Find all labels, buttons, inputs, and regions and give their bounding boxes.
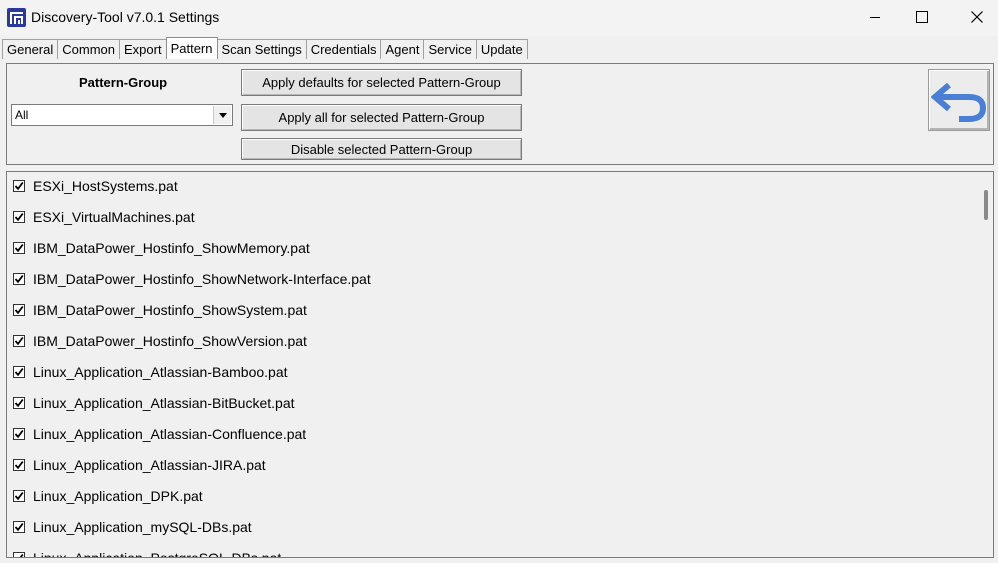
close-icon xyxy=(971,11,983,23)
apply-all-button[interactable]: Apply all for selected Pattern-Group xyxy=(241,104,522,131)
checkmark-icon xyxy=(14,460,24,470)
close-button[interactable] xyxy=(954,0,998,34)
checkbox[interactable] xyxy=(13,459,25,471)
list-item[interactable]: IBM_DataPower_Hostinfo_ShowVersion.pat xyxy=(13,331,307,351)
window-title: Discovery-Tool v7.0.1 Settings xyxy=(31,9,220,25)
scrollbar-thumb[interactable] xyxy=(984,190,988,220)
list-item[interactable]: IBM_DataPower_Hostinfo_ShowMemory.pat xyxy=(13,238,310,258)
checkmark-icon xyxy=(14,491,24,501)
tab-update[interactable]: Update xyxy=(475,39,528,59)
checkbox[interactable] xyxy=(13,304,25,316)
list-item[interactable]: IBM_DataPower_Hostinfo_ShowNetwork-Inter… xyxy=(13,269,371,289)
checkmark-icon xyxy=(14,367,24,377)
checkmark-icon xyxy=(14,243,24,253)
tab-general[interactable]: General xyxy=(2,39,59,59)
pattern-name: IBM_DataPower_Hostinfo_ShowMemory.pat xyxy=(33,240,310,256)
list-item[interactable]: ESXi_VirtualMachines.pat xyxy=(13,207,195,227)
pattern-group-label: Pattern-Group xyxy=(79,75,168,90)
pattern-name: ESXi_HostSystems.pat xyxy=(33,178,178,194)
minimize-button[interactable] xyxy=(852,0,898,34)
list-item[interactable]: Linux_Application_DPK.pat xyxy=(13,486,203,506)
pattern-name: Linux_Application_Atlassian-Confluence.p… xyxy=(33,426,307,442)
pattern-name: Linux_Application_Atlassian-BitBucket.pa… xyxy=(33,395,295,411)
pattern-name: Linux_Application_PostgreSQL-DBs.pat xyxy=(33,550,282,558)
tab-pattern[interactable]: Pattern xyxy=(165,37,218,59)
pattern-list: ESXi_HostSystems.pat ESXi_VirtualMachine… xyxy=(6,171,994,558)
pattern-group-panel: Pattern-Group All Apply defaults for sel… xyxy=(6,63,994,165)
checkmark-icon xyxy=(14,522,24,532)
list-item[interactable]: IBM_DataPower_Hostinfo_ShowSystem.pat xyxy=(13,300,307,320)
list-item[interactable]: Linux_Application_PostgreSQL-DBs.pat xyxy=(13,548,282,558)
list-item[interactable]: Linux_Application_Atlassian-Confluence.p… xyxy=(13,424,306,444)
pattern-group-selected-value: All xyxy=(15,108,29,122)
checkbox[interactable] xyxy=(13,490,25,502)
apply-defaults-button[interactable]: Apply defaults for selected Pattern-Grou… xyxy=(241,69,522,96)
checkbox[interactable] xyxy=(13,273,25,285)
tab-agent[interactable]: Agent xyxy=(380,39,425,59)
checkbox[interactable] xyxy=(13,366,25,378)
dropdown-arrow-button[interactable] xyxy=(213,106,231,124)
list-item[interactable]: Linux_Application_mySQL-DBs.pat xyxy=(13,517,252,537)
tab-common[interactable]: Common xyxy=(57,39,120,59)
pattern-name: ESXi_VirtualMachines.pat xyxy=(33,209,195,225)
checkbox[interactable] xyxy=(13,428,25,440)
undo-button[interactable] xyxy=(928,69,990,131)
checkbox[interactable] xyxy=(13,521,25,533)
chevron-down-icon xyxy=(218,112,227,118)
tab-service[interactable]: Service xyxy=(423,39,477,59)
checkbox[interactable] xyxy=(13,552,25,557)
title-bar: Discovery-Tool v7.0.1 Settings xyxy=(0,0,998,36)
list-item[interactable]: ESXi_HostSystems.pat xyxy=(13,176,178,196)
tab-strip: General Common Export Pattern Scan Setti… xyxy=(2,37,528,60)
pattern-name: Linux_Application_DPK.pat xyxy=(33,488,203,504)
maximize-button[interactable] xyxy=(899,0,945,34)
checkmark-icon xyxy=(14,274,24,284)
checkbox[interactable] xyxy=(13,211,25,223)
tab-export[interactable]: Export xyxy=(119,39,167,59)
pattern-name: Linux_Application_Atlassian-Bamboo.pat xyxy=(33,364,288,380)
minimize-icon xyxy=(870,17,880,18)
checkmark-icon xyxy=(14,398,24,408)
tab-scan-settings[interactable]: Scan Settings xyxy=(216,39,307,59)
pattern-name: IBM_DataPower_Hostinfo_ShowVersion.pat xyxy=(33,333,307,349)
checkmark-icon xyxy=(14,305,24,315)
checkmark-icon xyxy=(19,553,24,557)
undo-arrow-icon xyxy=(931,82,987,122)
checkmark-icon xyxy=(14,336,24,346)
list-item[interactable]: Linux_Application_Atlassian-BitBucket.pa… xyxy=(13,393,295,413)
checkbox[interactable] xyxy=(13,180,25,192)
pattern-name: Linux_Application_Atlassian-JIRA.pat xyxy=(33,457,266,473)
pattern-name: IBM_DataPower_Hostinfo_ShowNetwork-Inter… xyxy=(33,271,371,287)
checkbox[interactable] xyxy=(13,397,25,409)
pattern-group-dropdown[interactable]: All xyxy=(11,104,233,126)
disable-group-button[interactable]: Disable selected Pattern-Group xyxy=(241,138,522,160)
list-item[interactable]: Linux_Application_Atlassian-JIRA.pat xyxy=(13,455,266,475)
checkmark-icon xyxy=(14,429,24,439)
app-logo-icon xyxy=(7,8,26,27)
pattern-name: IBM_DataPower_Hostinfo_ShowSystem.pat xyxy=(33,302,307,318)
checkbox[interactable] xyxy=(13,335,25,347)
checkmark-icon xyxy=(14,212,24,222)
checkbox[interactable] xyxy=(13,242,25,254)
list-item[interactable]: Linux_Application_Atlassian-Bamboo.pat xyxy=(13,362,288,382)
pattern-name: Linux_Application_mySQL-DBs.pat xyxy=(33,519,252,535)
tab-credentials[interactable]: Credentials xyxy=(305,39,382,59)
checkmark-icon xyxy=(14,181,24,191)
maximize-icon xyxy=(916,11,928,23)
